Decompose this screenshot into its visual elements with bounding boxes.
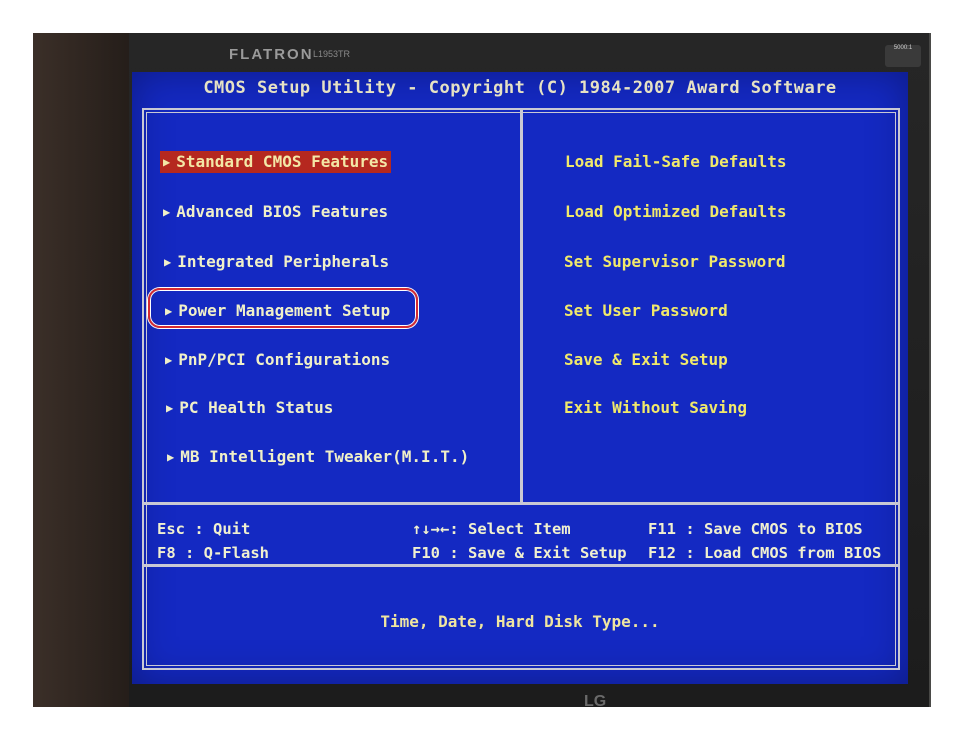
room-wall-left bbox=[33, 33, 133, 707]
help-divider-top bbox=[144, 502, 898, 505]
arrow-right-icon: ▶ bbox=[163, 205, 171, 219]
bios-screen: CMOS Setup Utility - Copyright (C) 1984-… bbox=[132, 72, 908, 684]
menu-item-label: Standard CMOS Features bbox=[176, 152, 389, 171]
menu-item-pc-health-status[interactable]: ▶ PC Health Status bbox=[163, 397, 336, 419]
column-divider bbox=[520, 110, 523, 503]
monitor-model: L1953TR bbox=[313, 49, 351, 59]
help-f11-save-cmos: F11 : Save CMOS to BIOS bbox=[648, 520, 863, 538]
help-f10-save-exit: F10 : Save & Exit Setup bbox=[412, 544, 627, 562]
menu-item-label: Power Management Setup bbox=[178, 301, 391, 320]
menu-item-pnp-pci-configurations[interactable]: ▶ PnP/PCI Configurations bbox=[162, 349, 393, 371]
arrow-right-icon: ▶ bbox=[165, 304, 173, 318]
bios-title: CMOS Setup Utility - Copyright (C) 1984-… bbox=[203, 78, 837, 98]
arrow-right-icon: ▶ bbox=[165, 353, 173, 367]
arrow-right-icon: ▶ bbox=[167, 450, 175, 464]
help-f12-load-cmos: F12 : Load CMOS from BIOS bbox=[648, 544, 882, 562]
monitor-badge: 5000:1 bbox=[885, 45, 921, 67]
menu-item-mb-intelligent-tweaker[interactable]: ▶ MB Intelligent Tweaker(M.I.T.) bbox=[164, 446, 472, 468]
menu-item-advanced-bios-features[interactable]: ▶ Advanced BIOS Features bbox=[160, 201, 391, 223]
menu-item-standard-cmos-features[interactable]: ▶ Standard CMOS Features bbox=[160, 151, 392, 173]
arrow-right-icon: ▶ bbox=[163, 155, 171, 169]
help-f8-qflash: F8 : Q-Flash bbox=[157, 544, 269, 562]
help-select-item: ↑↓→←: Select Item bbox=[412, 520, 571, 538]
menu-item-power-management-setup[interactable]: ▶ Power Management Setup bbox=[162, 300, 393, 322]
help-esc-quit: Esc : Quit bbox=[157, 520, 251, 538]
menu-item-load-fail-safe-defaults[interactable]: Load Fail-Safe Defaults bbox=[565, 152, 787, 172]
menu-item-label: PC Health Status bbox=[179, 398, 334, 417]
menu-item-label: Integrated Peripherals bbox=[177, 252, 390, 271]
menu-item-set-supervisor-password[interactable]: Set Supervisor Password bbox=[564, 252, 786, 272]
menu-item-label: PnP/PCI Configurations bbox=[178, 350, 391, 369]
monitor-brand: FLATRON bbox=[229, 46, 314, 63]
menu-item-set-user-password[interactable]: Set User Password bbox=[564, 301, 728, 321]
lg-logo: LG bbox=[584, 693, 607, 707]
arrow-right-icon: ▶ bbox=[164, 255, 172, 269]
arrow-right-icon: ▶ bbox=[166, 401, 174, 415]
menu-item-label: Advanced BIOS Features bbox=[176, 202, 389, 221]
menu-item-save-exit-setup[interactable]: Save & Exit Setup bbox=[564, 350, 728, 370]
help-divider-bottom bbox=[144, 564, 898, 567]
item-description: Time, Date, Hard Disk Type... bbox=[380, 612, 660, 631]
menu-item-integrated-peripherals[interactable]: ▶ Integrated Peripherals bbox=[161, 251, 392, 273]
menu-item-label: MB Intelligent Tweaker(M.I.T.) bbox=[180, 447, 470, 466]
menu-item-exit-without-saving[interactable]: Exit Without Saving bbox=[564, 398, 747, 418]
menu-item-load-optimized-defaults[interactable]: Load Optimized Defaults bbox=[565, 202, 787, 222]
